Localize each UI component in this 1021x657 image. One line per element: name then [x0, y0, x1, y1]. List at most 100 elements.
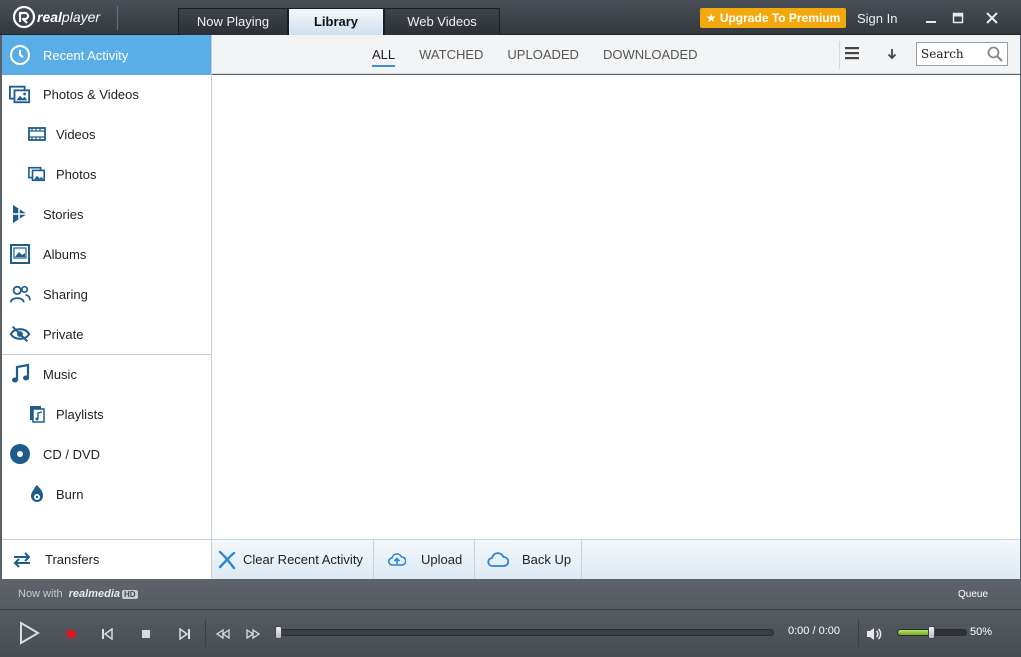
sidebar-item-photos-videos[interactable]: Photos & Videos — [2, 74, 211, 114]
upgrade-button[interactable]: ★ Upgrade To Premium — [700, 8, 846, 28]
time-display: 0:00 / 0:00 — [788, 625, 840, 637]
close-button[interactable] — [981, 8, 1003, 28]
record-icon — [66, 629, 76, 639]
sidebar-item-label: Burn — [56, 486, 84, 502]
photos-videos-icon — [9, 83, 31, 105]
now-with-realmedia: Now with realmedia HD — [18, 588, 138, 600]
photo-icon — [28, 163, 46, 185]
action-divider — [373, 540, 374, 579]
sidebar-item-recent-activity[interactable]: Recent Activity — [2, 35, 211, 75]
sidebar-item-label: Music — [43, 366, 77, 382]
library-content-area — [212, 75, 1020, 539]
record-button[interactable] — [62, 625, 80, 643]
seek-handle[interactable] — [275, 626, 282, 639]
album-icon — [9, 243, 31, 265]
clock-icon — [9, 44, 31, 66]
hd-badge: HD — [122, 589, 138, 599]
realmedia-logo: realmedia — [68, 588, 120, 600]
action-divider — [474, 540, 475, 579]
upgrade-label: Upgrade To Premium — [719, 11, 841, 25]
music-note-icon — [9, 363, 31, 385]
eye-slash-icon — [9, 323, 31, 345]
filter-bar: ALL WATCHED UPLOADED DOWNLOADED — [212, 35, 1020, 74]
burn-icon — [28, 483, 46, 505]
sidebar-item-label: Sharing — [43, 286, 88, 302]
skip-previous-icon — [102, 628, 113, 640]
player-divider — [0, 609, 1021, 610]
player-controls-divider — [205, 619, 206, 647]
tab-web-videos[interactable]: Web Videos — [384, 8, 500, 35]
back-up-label: Back Up — [522, 552, 572, 567]
transfers-button[interactable]: Transfers — [2, 539, 212, 579]
fast-forward-icon — [246, 629, 260, 639]
stories-icon — [9, 203, 31, 225]
sidebar-item-private[interactable]: Private — [2, 314, 211, 354]
cloud-icon — [487, 551, 509, 567]
star-icon: ★ — [705, 11, 717, 25]
sidebar-item-playlists[interactable]: Playlists — [2, 394, 211, 434]
sort-button[interactable] — [886, 46, 898, 65]
hamburger-icon — [845, 47, 859, 60]
rewind-icon — [216, 629, 230, 639]
now-with-label: Now with — [18, 588, 63, 600]
tab-library[interactable]: Library — [288, 8, 384, 35]
sidebar-item-videos[interactable]: Videos — [2, 114, 211, 154]
sidebar-item-label: Albums — [43, 246, 87, 262]
sidebar-item-sharing[interactable]: Sharing — [2, 274, 211, 314]
seek-bar[interactable] — [275, 626, 774, 639]
filter-watched[interactable]: WATCHED — [419, 47, 483, 67]
transfer-arrows-icon — [11, 551, 33, 569]
mute-button[interactable] — [864, 624, 884, 644]
speaker-icon — [867, 628, 882, 640]
search-box — [916, 42, 1008, 66]
film-icon — [28, 123, 46, 145]
sidebar-item-stories[interactable]: Stories — [2, 194, 211, 234]
minimize-button[interactable] — [920, 8, 942, 28]
action-bar: Clear Recent Activity Upload Back Up — [212, 539, 1020, 579]
sidebar-item-albums[interactable]: Albums — [2, 234, 211, 274]
volume-percent: 50% — [970, 626, 993, 638]
sidebar-item-photos[interactable]: Photos — [2, 154, 211, 194]
player-volume-divider — [858, 619, 859, 647]
filter-tabs: ALL WATCHED UPLOADED DOWNLOADED — [372, 47, 722, 67]
minimize-icon — [926, 21, 936, 23]
filter-all[interactable]: ALL — [372, 47, 396, 67]
sidebar-item-label: CD / DVD — [43, 446, 101, 462]
arrow-down-icon — [887, 49, 897, 60]
view-menu-button[interactable] — [844, 45, 860, 64]
sidebar-item-label: Stories — [43, 206, 84, 222]
back-up-button[interactable]: Back Up — [487, 540, 571, 579]
stop-button[interactable] — [137, 625, 155, 643]
rewind-button[interactable] — [214, 625, 232, 643]
queue-button[interactable]: Queue — [958, 589, 988, 600]
sidebar-item-music[interactable]: Music — [2, 354, 211, 394]
maximize-button[interactable] — [947, 8, 969, 28]
realplayer-logo-icon — [12, 5, 36, 29]
playlist-icon — [28, 403, 46, 425]
search-input[interactable] — [917, 43, 983, 65]
sign-in-link[interactable]: Sign In — [857, 11, 897, 26]
sidebar-item-burn[interactable]: Burn — [2, 474, 211, 514]
tab-now-playing[interactable]: Now Playing — [178, 8, 288, 35]
realplayer-logo: realplayer — [12, 5, 100, 29]
fast-forward-button[interactable] — [244, 625, 262, 643]
volume-slider[interactable] — [897, 626, 967, 639]
previous-button[interactable] — [98, 625, 116, 643]
logo-divider — [117, 6, 118, 30]
search-icon[interactable] — [987, 46, 1003, 65]
upload-button[interactable]: Upload — [388, 540, 462, 579]
filter-bar-divider — [839, 41, 840, 69]
sidebar-item-label: Videos — [56, 126, 96, 142]
filter-downloaded[interactable]: DOWNLOADED — [603, 47, 698, 67]
sidebar: Recent Activity Photos & Videos Videos P… — [2, 35, 212, 579]
next-button[interactable] — [176, 625, 194, 643]
clear-recent-activity-button[interactable]: Clear Recent Activity — [217, 540, 363, 579]
play-button[interactable] — [16, 619, 42, 647]
volume-handle[interactable] — [928, 626, 935, 639]
transfers-label: Transfers — [45, 552, 100, 567]
logo-text-bold: real — [37, 9, 62, 25]
filter-uploaded[interactable]: UPLOADED — [507, 47, 579, 67]
upload-label: Upload — [421, 552, 463, 567]
sidebar-item-cd-dvd[interactable]: CD / DVD — [2, 434, 211, 474]
title-bar: realplayer Now Playing Library Web Video… — [0, 0, 1021, 35]
